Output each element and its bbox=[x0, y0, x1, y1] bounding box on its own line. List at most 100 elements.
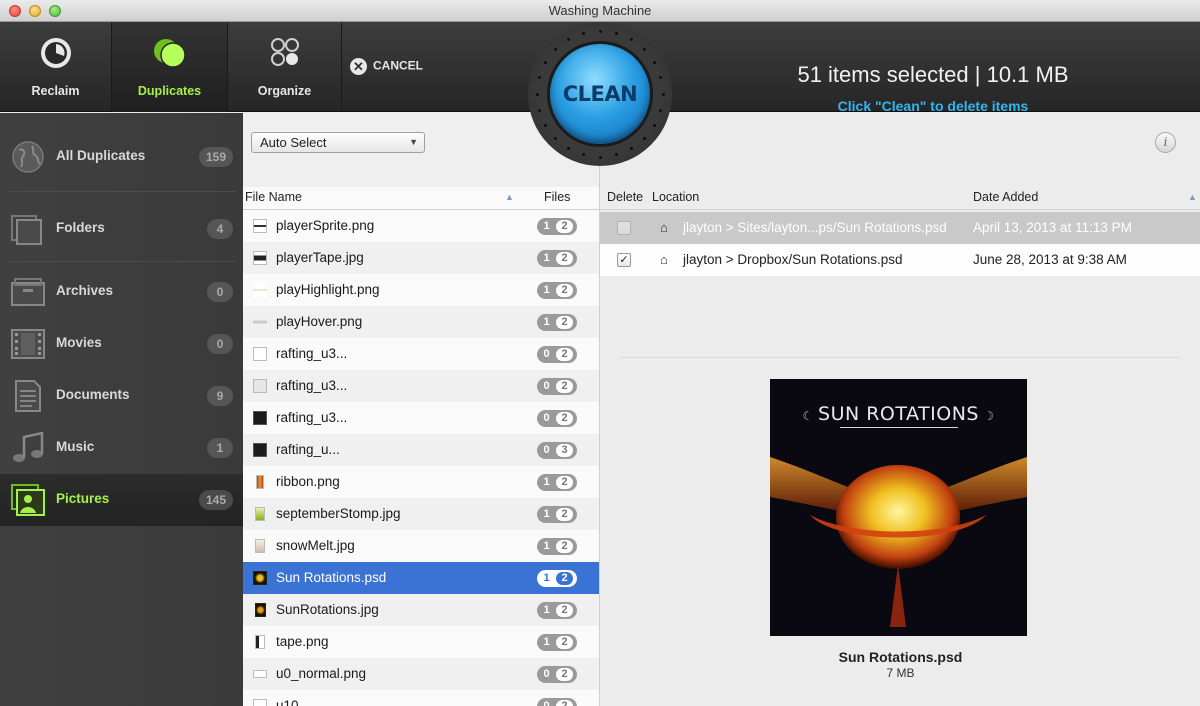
location-row[interactable]: ✓ ⌂ jlayton > Dropbox/Sun Rotations.psd … bbox=[600, 244, 1200, 276]
dial-dot bbox=[659, 76, 663, 80]
count-badge: 145 bbox=[198, 490, 233, 510]
clean-button[interactable]: CLEAN bbox=[550, 44, 650, 144]
duplicates-icon bbox=[153, 39, 186, 68]
tab-duplicates[interactable]: Duplicates bbox=[112, 22, 228, 112]
dial-dot bbox=[567, 147, 570, 151]
dial-dot bbox=[598, 155, 602, 159]
file-row[interactable]: tape.png 12 bbox=[243, 626, 599, 658]
cancel-button[interactable]: ✕ CANCEL bbox=[350, 58, 423, 75]
dial-dot bbox=[543, 61, 547, 64]
file-row[interactable]: snowMelt.jpg 12 bbox=[243, 530, 599, 562]
count-badge: 9 bbox=[207, 386, 233, 406]
file-thumbnail bbox=[253, 251, 267, 265]
sidebar-item-label: Folders bbox=[56, 220, 105, 235]
file-row[interactable]: u0_normal.png 02 bbox=[243, 658, 599, 690]
delete-checkbox[interactable] bbox=[617, 221, 631, 235]
app-window: Washing Machine Reclaim Duplicates Organ… bbox=[0, 0, 1200, 706]
file-name: tape.png bbox=[276, 634, 329, 649]
close-window-button[interactable] bbox=[9, 5, 21, 17]
file-count-pill: 12 bbox=[537, 570, 577, 587]
preview-divider bbox=[620, 357, 1180, 358]
sidebar-item-folders[interactable]: Folders 4 bbox=[0, 203, 243, 255]
count-badge: 4 bbox=[207, 219, 233, 239]
sort-ascending-icon[interactable]: ▲ bbox=[505, 192, 514, 202]
file-row[interactable]: ribbon.png 12 bbox=[243, 466, 599, 498]
file-thumbnail bbox=[255, 603, 266, 617]
file-row-selected[interactable]: Sun Rotations.psd 12 bbox=[243, 562, 599, 594]
dial-dot bbox=[567, 37, 570, 41]
folders-icon bbox=[11, 215, 42, 245]
dial-dot bbox=[553, 47, 557, 51]
file-row[interactable]: SunRotations.jpg 12 bbox=[243, 594, 599, 626]
delete-checkbox-checked[interactable]: ✓ bbox=[617, 253, 631, 267]
column-header-delete[interactable]: Delete bbox=[607, 190, 643, 204]
file-name: u0_normal.png bbox=[276, 666, 367, 681]
file-row[interactable]: septemberStomp.jpg 12 bbox=[243, 498, 599, 530]
file-row[interactable]: rafting_u... 03 bbox=[243, 434, 599, 466]
dial-dot bbox=[643, 137, 647, 141]
sidebar-item-archives[interactable]: Archives 0 bbox=[0, 266, 243, 318]
column-header-date-added[interactable]: Date Added bbox=[973, 190, 1038, 204]
document-icon bbox=[15, 380, 41, 412]
file-location: jlayton > Dropbox/Sun Rotations.psd bbox=[683, 252, 903, 267]
file-count-pill: 02 bbox=[537, 698, 577, 706]
dial-dot bbox=[643, 47, 647, 51]
dial-dot bbox=[630, 147, 633, 151]
file-row[interactable]: playHover.png 12 bbox=[243, 306, 599, 338]
file-name: snowMelt.jpg bbox=[276, 538, 355, 553]
dial-dot bbox=[537, 108, 541, 112]
clean-dial: CLEAN bbox=[528, 22, 672, 166]
tab-organize[interactable]: Organize bbox=[228, 22, 342, 112]
preview-art-underline bbox=[840, 427, 958, 428]
count-badge: 0 bbox=[207, 334, 233, 354]
zoom-window-button[interactable] bbox=[49, 5, 61, 17]
duplicate-details-pane: i Delete Location Date Added ▲ ⌂ jlayton… bbox=[599, 113, 1200, 706]
count-badge: 0 bbox=[207, 282, 233, 302]
file-row[interactable]: rafting_u3... 02 bbox=[243, 370, 599, 402]
minimize-window-button[interactable] bbox=[29, 5, 41, 17]
dial-dot bbox=[659, 108, 663, 112]
column-header-file-name[interactable]: File Name bbox=[245, 190, 302, 204]
clean-hint: Click "Clean" to delete items bbox=[837, 98, 1029, 114]
sidebar-item-pictures[interactable]: Pictures 145 bbox=[0, 474, 243, 526]
music-icon bbox=[13, 431, 44, 462]
preview-art-title: ☾ SUN ROTATIONS ☽ bbox=[802, 403, 995, 425]
home-icon: ⌂ bbox=[660, 252, 668, 267]
sidebar-item-movies[interactable]: Movies 0 bbox=[0, 318, 243, 370]
sort-ascending-icon[interactable]: ▲ bbox=[1188, 192, 1197, 202]
column-header-files[interactable]: Files bbox=[544, 190, 570, 204]
column-header-location[interactable]: Location bbox=[652, 190, 699, 204]
info-icon[interactable]: i bbox=[1155, 132, 1176, 153]
file-row[interactable]: u10 02 bbox=[243, 690, 599, 706]
tab-organize-label: Organize bbox=[257, 84, 312, 98]
file-name: ribbon.png bbox=[276, 474, 340, 489]
file-count-pill: 02 bbox=[537, 410, 577, 427]
file-row[interactable]: rafting_u3... 02 bbox=[243, 338, 599, 370]
dial-dot bbox=[653, 124, 657, 127]
archive-icon bbox=[11, 278, 45, 306]
location-row[interactable]: ⌂ jlayton > Sites/layton...ps/Sun Rotati… bbox=[600, 212, 1200, 244]
file-count-pill: 12 bbox=[537, 218, 577, 235]
file-row[interactable]: playHighlight.png 12 bbox=[243, 274, 599, 306]
file-count-pill: 02 bbox=[537, 666, 577, 683]
auto-select-dropdown[interactable]: Auto Select ▼ bbox=[251, 132, 425, 153]
sidebar-item-music[interactable]: Music 1 bbox=[0, 422, 243, 474]
title-bar: Washing Machine bbox=[0, 0, 1200, 22]
organize-icon bbox=[270, 38, 299, 66]
cancel-label: CANCEL bbox=[373, 58, 423, 73]
divider bbox=[8, 261, 236, 262]
file-row[interactable]: playerSprite.png 12 bbox=[243, 210, 599, 242]
dial-dot bbox=[582, 31, 586, 35]
file-location: jlayton > Sites/layton...ps/Sun Rotation… bbox=[683, 220, 947, 235]
file-thumbnail bbox=[253, 315, 267, 329]
file-count-pill: 12 bbox=[537, 250, 577, 267]
file-thumbnail bbox=[253, 670, 267, 678]
sidebar-item-documents[interactable]: Documents 9 bbox=[0, 370, 243, 422]
file-row[interactable]: playerTape.jpg 12 bbox=[243, 242, 599, 274]
file-name: playHover.png bbox=[276, 314, 363, 329]
file-count-pill: 12 bbox=[537, 602, 577, 619]
sidebar-item-all-duplicates[interactable]: All Duplicates 159 bbox=[0, 131, 243, 183]
tab-reclaim[interactable]: Reclaim bbox=[0, 22, 112, 112]
file-row[interactable]: rafting_u3... 02 bbox=[243, 402, 599, 434]
file-thumbnail bbox=[253, 219, 267, 233]
